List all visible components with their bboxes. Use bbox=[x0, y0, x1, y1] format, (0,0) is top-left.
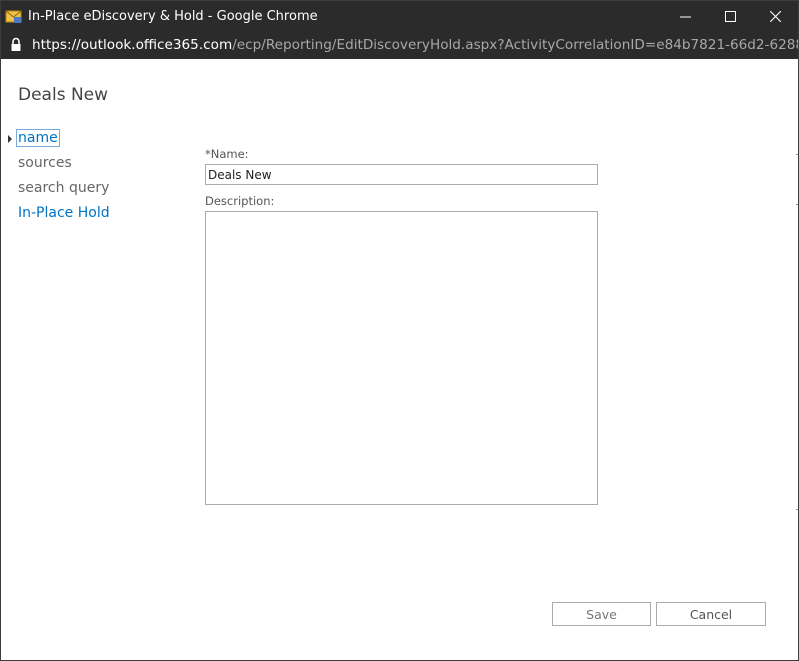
nav-item-in-place-hold[interactable]: In-Place Hold bbox=[18, 205, 110, 221]
url-path: /ecp/Reporting/EditDiscoveryHold.aspx?Ac… bbox=[232, 37, 799, 53]
cancel-button[interactable]: Cancel bbox=[656, 602, 766, 626]
description-label: Description: bbox=[205, 194, 275, 208]
url-text[interactable]: https://outlook.office365.com/ecp/Report… bbox=[32, 37, 799, 53]
edge-divider bbox=[796, 509, 798, 510]
save-button[interactable]: Save bbox=[552, 602, 651, 626]
name-input[interactable] bbox=[205, 164, 598, 185]
caret-right-icon bbox=[8, 135, 12, 143]
maximize-button[interactable] bbox=[708, 1, 753, 33]
nav-item-sources[interactable]: sources bbox=[18, 155, 72, 171]
edge-divider bbox=[796, 154, 798, 155]
window-title: In-Place eDiscovery & Hold - Google Chro… bbox=[28, 9, 318, 24]
minimize-button[interactable] bbox=[663, 1, 708, 33]
url-host: https://outlook.office365.com bbox=[32, 37, 233, 53]
envelope-app-icon bbox=[5, 8, 23, 24]
name-label: *Name: bbox=[205, 147, 249, 161]
nav-item-name[interactable]: name bbox=[16, 129, 60, 147]
description-textarea[interactable] bbox=[205, 211, 598, 505]
lock-icon bbox=[10, 37, 22, 56]
title-bar[interactable]: In-Place eDiscovery & Hold - Google Chro… bbox=[1, 1, 798, 33]
dialog-content: Deals New name sources search query In-P… bbox=[1, 59, 798, 660]
nav-item-search-query[interactable]: search query bbox=[18, 180, 109, 196]
address-bar[interactable]: https://outlook.office365.com/ecp/Report… bbox=[1, 33, 798, 59]
edge-divider bbox=[796, 204, 798, 205]
browser-window: In-Place eDiscovery & Hold - Google Chro… bbox=[0, 0, 799, 661]
page-title: Deals New bbox=[18, 85, 109, 105]
close-button[interactable] bbox=[753, 1, 798, 33]
